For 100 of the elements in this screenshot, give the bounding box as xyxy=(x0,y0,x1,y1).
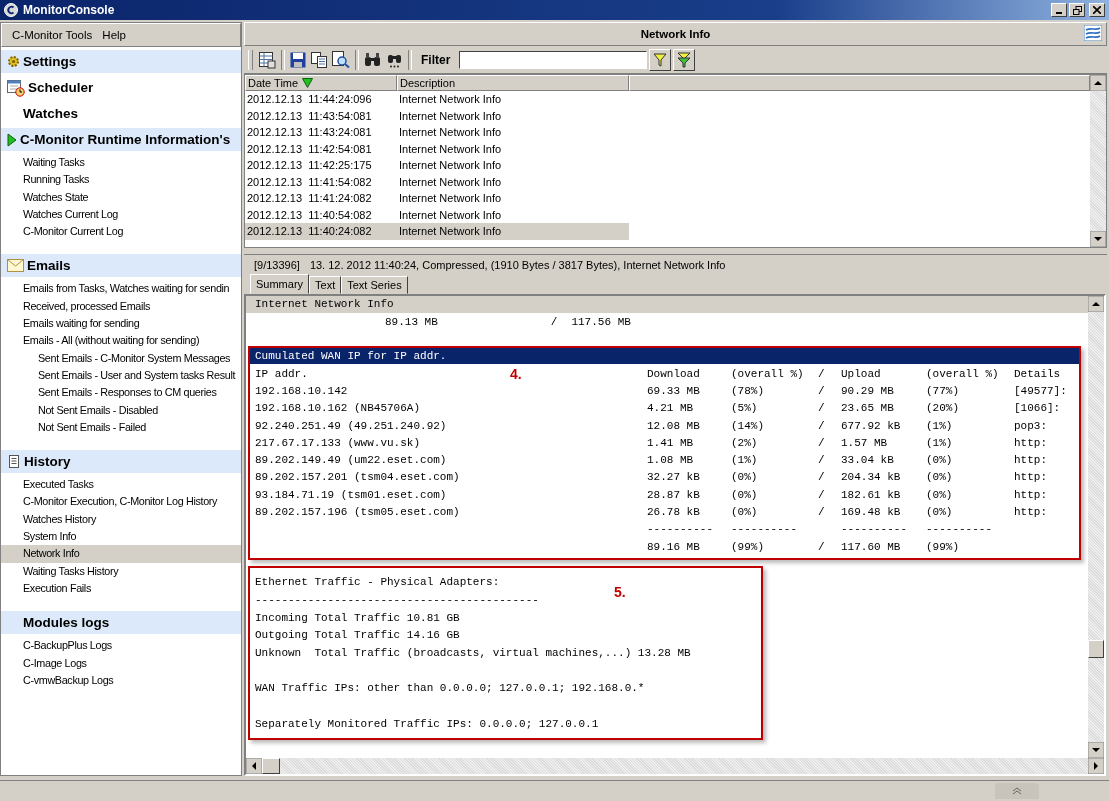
scroll-thumb[interactable] xyxy=(1088,640,1104,658)
gear-icon xyxy=(7,55,20,68)
record-summary: 13. 12. 2012 11:40:24, Compressed, (1910 Bytes / 3817 Bytes), Internet Network Info xyxy=(309,259,726,271)
report-line: Ethernet Traffic - Physical Adapters: xyxy=(255,575,500,591)
table-cell: (0%) xyxy=(731,471,758,484)
table-cell: (0%) xyxy=(731,506,758,518)
sidebar-header[interactable]: Settings xyxy=(1,50,241,73)
window-title: MonitorConsole xyxy=(23,3,115,17)
table-row[interactable]: 2012.12.13 11:44:24:096 Internet Network Info xyxy=(245,91,629,108)
scroll-down-icon[interactable] xyxy=(1090,231,1106,247)
column-header[interactable]: Date Time xyxy=(245,75,397,91)
table-cell: 92.240.251.49 (49.251.240.92) xyxy=(255,419,447,432)
table-row[interactable]: 2012.12.13 11:40:54:082 Internet Network Info xyxy=(245,206,629,223)
clear-filter-button[interactable] xyxy=(673,48,696,71)
table-row[interactable]: 2012.12.13 11:40:24:082 Internet Network Info xyxy=(245,223,629,240)
binoculars-icon[interactable] xyxy=(364,52,381,67)
sidebar-item[interactable]: Execution Fails xyxy=(1,579,241,598)
horizontal-scrollbar[interactable] xyxy=(246,758,1104,774)
sidebar-item[interactable]: Watches State xyxy=(1,188,241,206)
sidebar-header[interactable]: History xyxy=(1,450,241,474)
table-row[interactable]: 2012.12.13 11:43:24:081 Internet Network Info xyxy=(245,124,629,141)
table-row[interactable]: 2012.12.13 11:42:25:175 Internet Network Info xyxy=(245,157,629,174)
table-cell: 192.168.10.142 xyxy=(255,384,348,397)
table-cell: ---------- xyxy=(926,523,992,536)
column-header: (overall %) xyxy=(731,367,804,380)
minimize-button[interactable] xyxy=(1051,3,1067,17)
play-icon xyxy=(7,132,17,147)
column-header[interactable]: Description xyxy=(397,75,629,91)
sidebar-item[interactable]: Emails - All (without waiting for sending) xyxy=(1,332,241,350)
table-cell-text: 2012.12.13 11:40:54:082 xyxy=(246,208,373,221)
table-cell: (77%) xyxy=(926,384,959,397)
scroll-right-icon[interactable] xyxy=(1088,758,1104,774)
chevron-up-icon xyxy=(1012,787,1022,795)
sidebar-header[interactable]: Modules logs xyxy=(1,611,241,635)
sidebar-item[interactable]: Sent Emails - C-Monitor System Messages xyxy=(1,349,241,367)
expand-handle[interactable] xyxy=(995,783,1039,799)
sidebar-item[interactable]: Sent Emails - User and System tasks Result xyxy=(1,366,241,385)
sidebar-header[interactable]: C-Monitor Runtime Information's xyxy=(1,128,241,151)
report-line: Outgoing Total Traffic 14.16 GB xyxy=(255,628,460,644)
menu-item[interactable]: Help xyxy=(102,29,126,41)
column-header: (overall %) xyxy=(926,367,999,380)
total-upload: 117.56 MB xyxy=(571,316,631,328)
sidebar-header[interactable]: Scheduler xyxy=(1,76,241,99)
table-cell: (0%) xyxy=(926,506,953,518)
sidebar-item[interactable]: C-vmwBackup Logs xyxy=(1,671,241,690)
copy-icon[interactable] xyxy=(311,51,327,68)
sidebar-item[interactable]: Network Info xyxy=(1,545,241,563)
sidebar-item[interactable]: Waiting Tasks History xyxy=(1,562,241,580)
sidebar-item[interactable]: C-Monitor Execution, C-Monitor Log History xyxy=(1,493,241,511)
sidebar-item[interactable]: C-Image Logs xyxy=(1,654,241,672)
table-row[interactable]: 2012.12.13 11:41:54:082 Internet Network Info xyxy=(245,173,629,190)
sidebar-header[interactable]: Emails xyxy=(1,254,241,278)
sidebar-item[interactable]: Watches Current Log xyxy=(1,205,241,224)
sidebar-item[interactable]: Sent Emails - Responses to CM queries xyxy=(1,384,241,402)
scroll-up-icon[interactable] xyxy=(1088,296,1104,312)
sidebar-item[interactable]: Emails from Tasks, Watches waiting for sendin xyxy=(1,280,241,298)
table-cell: 89.202.157.196 (tsm05.eset.com) xyxy=(255,506,460,518)
close-button[interactable] xyxy=(1089,3,1105,17)
table-cell-text: Internet Network Info xyxy=(398,225,503,238)
filter-button[interactable] xyxy=(649,48,672,71)
table-cell-text: 2012.12.13 11:42:25:175 xyxy=(246,159,373,172)
save-icon[interactable] xyxy=(290,51,306,68)
sidebar-item[interactable]: Emails waiting for sending xyxy=(1,315,241,333)
scroll-thumb[interactable] xyxy=(262,758,280,774)
total-download: 89.13 MB xyxy=(385,316,438,328)
table-cell-text: Internet Network Info xyxy=(398,93,503,106)
table-cell: 12.08 MB xyxy=(647,419,700,432)
sidebar-item[interactable]: System Info xyxy=(1,528,241,546)
sidebar-item[interactable]: Not Sent Emails - Failed xyxy=(1,418,241,437)
table-cell-text: Internet Network Info xyxy=(398,175,503,188)
vertical-scrollbar[interactable] xyxy=(1090,75,1106,247)
preview-icon[interactable] xyxy=(332,51,350,68)
table-row[interactable]: 2012.12.13 11:41:24:082 Internet Network Info xyxy=(245,190,629,207)
sidebar-item[interactable]: C-Monitor Current Log xyxy=(1,223,241,241)
menu-item[interactable]: C-Monitor Tools xyxy=(12,29,93,41)
table-cell: / xyxy=(818,454,825,467)
scroll-down-icon[interactable] xyxy=(1088,742,1104,758)
sidebar-item[interactable]: Watches History xyxy=(1,510,241,529)
table-cell: [49577]: xyxy=(1014,384,1067,397)
column-header: / xyxy=(818,367,825,380)
table-row[interactable]: 2012.12.13 11:42:54:081 Internet Network Info xyxy=(245,140,629,157)
sidebar-item[interactable]: Waiting Tasks xyxy=(1,154,241,172)
table-cell-text: 2012.12.13 11:41:54:082 xyxy=(246,175,373,188)
tab[interactable]: Summary xyxy=(250,274,310,294)
scroll-left-icon[interactable] xyxy=(246,758,262,774)
table-icon[interactable] xyxy=(258,50,276,69)
table-cell: (1%) xyxy=(926,436,953,449)
table-row[interactable]: 2012.12.13 11:43:54:081 Internet Network Info xyxy=(245,107,629,124)
sidebar-item[interactable]: Received, processed Emails xyxy=(1,297,241,316)
scroll-up-icon[interactable] xyxy=(1090,75,1106,91)
table-cell: 89.16 MB xyxy=(647,540,700,553)
restore-button[interactable] xyxy=(1069,3,1085,17)
sidebar-item[interactable]: C-BackupPlus Logs xyxy=(1,637,241,655)
sidebar-item[interactable]: Not Sent Emails - Disabled xyxy=(1,401,241,419)
sidebar-item[interactable]: Executed Tasks xyxy=(1,476,241,494)
sidebar-item[interactable]: Running Tasks xyxy=(1,171,241,189)
filter-field[interactable] xyxy=(459,50,648,69)
filter-icon xyxy=(653,52,668,67)
sidebar-header[interactable]: Watches xyxy=(1,102,241,125)
vertical-scrollbar[interactable] xyxy=(1088,296,1104,758)
